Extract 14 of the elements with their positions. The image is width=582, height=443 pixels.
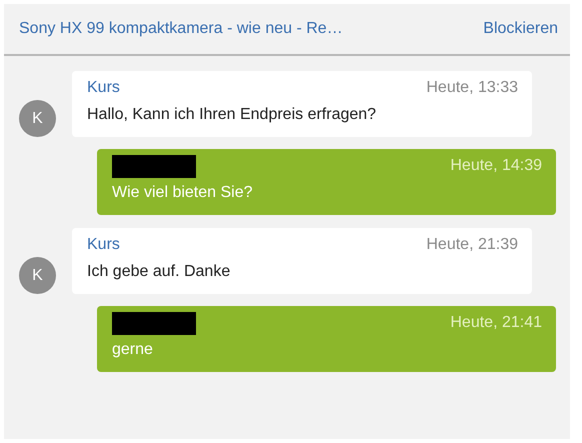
message-time: Heute, 14:39 <box>450 157 542 175</box>
message-time: Heute, 21:41 <box>450 314 542 332</box>
message-time: Heute, 13:33 <box>426 78 518 96</box>
message-text: Wie viel bieten Sie? <box>112 184 254 202</box>
listing-title[interactable]: Sony HX 99 kompaktkamera - wie neu - Re… <box>19 20 343 38</box>
message-text: gerne <box>112 341 154 359</box>
message-text: Hallo, Kann ich Ihren Endpreis erfragen? <box>87 106 378 124</box>
sender-name[interactable]: Kurs <box>87 236 120 254</box>
avatar: K <box>19 257 56 294</box>
message-time: Heute, 21:39 <box>426 236 518 254</box>
block-link[interactable]: Blockieren <box>483 20 558 38</box>
message-text: Ich gebe auf. Danke <box>87 262 232 280</box>
avatar: K <box>19 100 56 137</box>
sender-name[interactable]: Kurs <box>87 78 120 96</box>
